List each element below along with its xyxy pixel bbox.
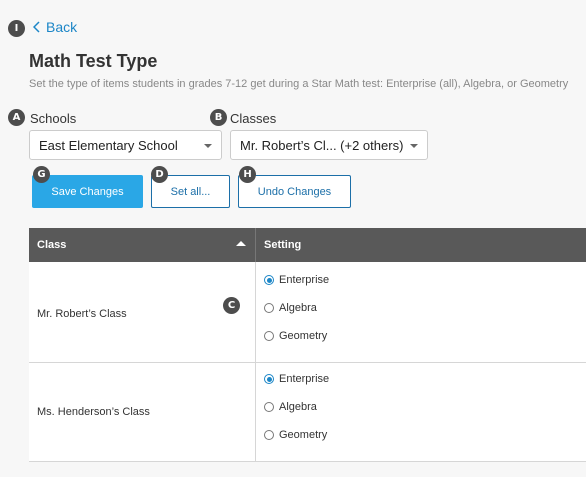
sort-ascending-icon[interactable] <box>236 241 246 246</box>
radio-icon[interactable] <box>264 331 274 341</box>
row-class-name: Mr. Robert’s Class <box>37 308 127 320</box>
callout-a: A <box>8 109 25 126</box>
back-label: Back <box>46 19 78 35</box>
radio-option-geometry[interactable]: Geometry <box>264 429 327 441</box>
callout-g: G <box>33 166 50 183</box>
radio-option-enterprise[interactable]: Enterprise <box>264 274 329 286</box>
undo-changes-button[interactable]: Undo Changes <box>238 175 351 208</box>
schools-select-value: East Elementary School <box>39 137 178 153</box>
class-settings-table: Class Setting Mr. Robert’s Class Enterpr… <box>29 228 586 462</box>
radio-icon[interactable] <box>264 303 274 313</box>
schools-label: Schools <box>30 111 77 126</box>
callout-i: I <box>8 20 25 37</box>
classes-select[interactable]: Mr. Robert’s Cl... (+2 others) <box>230 130 428 160</box>
back-link[interactable]: Back <box>33 19 77 35</box>
row-divider <box>29 362 586 363</box>
chevron-down-icon <box>410 144 418 148</box>
page-title: Math Test Type <box>29 51 158 71</box>
column-header-setting: Setting <box>264 239 302 251</box>
page-subtitle: Set the type of items students in grades… <box>29 78 569 90</box>
radio-selected-icon[interactable] <box>264 275 274 285</box>
row-divider <box>29 461 586 462</box>
column-header-class[interactable]: Class <box>37 228 237 262</box>
radio-option-algebra[interactable]: Algebra <box>264 302 317 314</box>
chevron-left-icon <box>33 21 40 33</box>
radio-icon[interactable] <box>264 430 274 440</box>
callout-h: H <box>239 166 256 183</box>
radio-option-enterprise[interactable]: Enterprise <box>264 373 329 385</box>
radio-selected-icon[interactable] <box>264 374 274 384</box>
callout-c: C <box>223 297 240 314</box>
chevron-down-icon <box>204 144 212 148</box>
callout-d: D <box>151 166 168 183</box>
classes-label: Classes <box>230 111 277 126</box>
classes-select-value: Mr. Robert’s Cl... (+2 others) <box>240 137 404 153</box>
table-header: Class Setting <box>29 228 586 262</box>
save-changes-button[interactable]: Save Changes <box>32 175 143 208</box>
row-class-name: Ms. Henderson’s Class <box>37 406 150 418</box>
radio-option-algebra[interactable]: Algebra <box>264 401 317 413</box>
radio-option-geometry[interactable]: Geometry <box>264 330 327 342</box>
callout-b: B <box>210 109 227 126</box>
schools-select[interactable]: East Elementary School <box>29 130 222 160</box>
radio-icon[interactable] <box>264 402 274 412</box>
